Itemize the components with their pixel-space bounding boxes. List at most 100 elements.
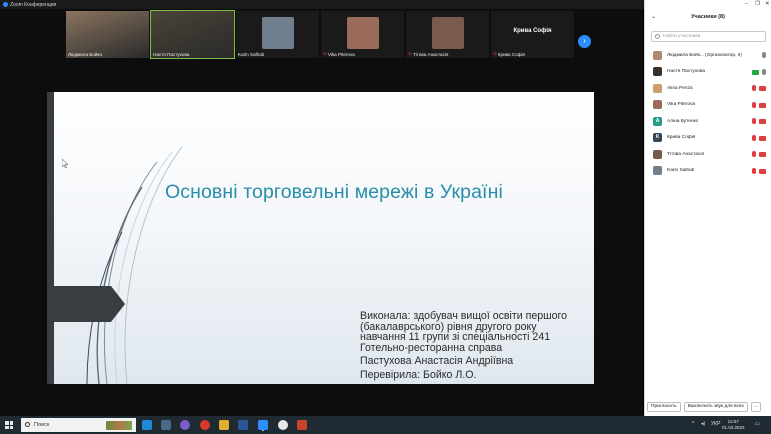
edge-browser-icon[interactable] <box>142 420 152 430</box>
avatar <box>653 166 662 176</box>
slide-title: Основні торговельні мережі в Україні <box>165 181 503 203</box>
speaker-icon[interactable]: ◂) <box>701 421 705 427</box>
mic-muted-icon <box>752 85 756 91</box>
thumbnail-name-label: Karin Salhab <box>238 52 264 57</box>
camera-off-icon <box>759 86 766 91</box>
maximize-button[interactable]: ❐ <box>755 1 760 7</box>
zoom-app-icon[interactable] <box>258 420 268 430</box>
mute-all-button[interactable]: Выключить звук для всех <box>683 402 748 412</box>
slide-body-line: Готельно-ресторанна справа <box>360 341 503 354</box>
video-thumbnail[interactable]: Настя Пастухова <box>150 10 235 59</box>
profile-photo <box>261 17 294 49</box>
minimize-button[interactable]: – <box>745 1 748 7</box>
mic-muted-icon <box>752 151 756 157</box>
video-thumbnail[interactable]: Крива Софія ⊘ Крива Софія <box>491 11 574 58</box>
invite-button[interactable]: Пригласить <box>647 402 681 412</box>
camera-off-icon <box>759 119 766 124</box>
participant-status-icons <box>752 118 766 124</box>
taskbar-search-placeholder: Поиск <box>34 422 50 428</box>
participant-row[interactable]: Тітова Анастасія <box>645 146 771 163</box>
participant-row[interactable]: К Крива Софія <box>645 130 771 147</box>
search-highlight-image <box>106 421 132 430</box>
slide-body-line: Пастухова Анастасія Андріївна <box>360 355 514 367</box>
mic-muted-icon <box>752 101 756 108</box>
thumbnail-name: Karin Salhab <box>238 52 265 57</box>
camera-off-icon <box>759 152 766 157</box>
mic-muted-icon <box>752 134 756 141</box>
participant-row[interactable]: А Аліна Бутенко <box>645 113 771 130</box>
camera-off-icon <box>759 102 766 108</box>
camera-on-icon <box>752 69 759 75</box>
mail-icon[interactable] <box>161 420 171 430</box>
notifications-icon[interactable]: ▭ <box>755 421 760 427</box>
video-thumbnail[interactable]: ⊘ Тітова Анастасія <box>406 11 489 58</box>
avatar: А <box>653 116 662 126</box>
muted-mic-icon: ⊘ <box>323 51 327 56</box>
taskbar-clock[interactable]: 12:57 01.03.2023 <box>722 419 745 431</box>
more-options-button[interactable]: … <box>750 402 761 412</box>
thumbnail-name: Людмила Бойко <box>68 52 103 57</box>
slide-arrow-shape <box>47 286 125 322</box>
thumbnail-name: Крива Софія <box>497 51 526 57</box>
profile-photo <box>346 17 379 49</box>
profile-photo <box>431 17 464 49</box>
file-explorer-icon[interactable] <box>219 420 229 430</box>
mic-on-icon <box>762 68 766 75</box>
avatar <box>653 149 662 159</box>
participant-row[interactable]: Vika Piterova <box>645 97 771 114</box>
chrome-icon[interactable] <box>278 420 288 430</box>
muted-mic-icon: ⊘ <box>408 51 412 56</box>
thumbnail-name: Vika Piterova <box>327 51 355 57</box>
mouse-cursor-icon <box>62 159 68 168</box>
muted-mic-icon: ⊘ <box>493 51 497 56</box>
participant-row[interactable]: Людмила Бойк... (Организатор, я) <box>645 47 771 64</box>
zoom-screen: Zoom Конференция Людмила Бойко Настя Паст… <box>0 0 771 434</box>
opera-icon[interactable] <box>200 420 210 430</box>
windows-taskbar: Поиск ^ ◂) УКР 12:57 01.03.2023 ▭ <box>0 416 771 434</box>
windows-start-button[interactable] <box>5 421 13 429</box>
slide-body-line: навчання 11 групи зі спеціальності 241 <box>360 331 551 343</box>
camera-off-icon <box>759 135 766 141</box>
participant-status-icons <box>752 101 766 108</box>
language-indicator[interactable]: УКР <box>711 421 720 427</box>
thumbnail-name: Тітова Анастасія <box>412 51 449 57</box>
thumbnail-name-label: ⊘ Vika Piterova <box>323 51 355 57</box>
window-titlebar: Zoom Конференция <box>0 0 644 9</box>
participant-row[interactable]: Alina Penza <box>645 80 771 97</box>
search-icon <box>25 422 30 427</box>
thumbnail-name-label: ⊘ Крива Софія <box>493 51 525 57</box>
clock-date: 01.03.2023 <box>722 425 745 430</box>
participant-search-input[interactable]: Найти участника <box>651 31 766 42</box>
zoom-logo-icon <box>3 2 8 7</box>
video-thumbnail[interactable]: ⊘ Vika Piterova <box>321 11 404 58</box>
participants-panel: – ❐ ✕ ⌄ Учасники (8) Найти участника Люд… <box>644 0 771 416</box>
camera-off-icon <box>759 168 766 174</box>
participant-row[interactable]: Настя Пастухова <box>645 64 771 81</box>
participant-name: Vika Piterova <box>667 102 696 108</box>
participant-name: Тітова Анастасія <box>667 151 705 157</box>
viber-icon[interactable] <box>180 420 190 430</box>
taskbar-search-box[interactable]: Поиск <box>21 418 136 432</box>
participant-status-icons <box>752 151 766 157</box>
participant-name: Крива Софія <box>667 135 696 141</box>
participant-status-icons <box>752 134 766 141</box>
thumbnail-name-label: Людмила Бойко <box>68 52 102 57</box>
search-placeholder: Найти участника <box>663 34 701 39</box>
tray-chevron-icon[interactable]: ^ <box>692 421 694 427</box>
powerpoint-icon[interactable] <box>297 420 307 430</box>
participant-status-icons <box>752 68 766 75</box>
video-thumbnail[interactable]: Людмила Бойко <box>66 11 149 58</box>
avatar <box>653 100 662 110</box>
participant-name: Karin Salhab <box>667 168 695 174</box>
avatar: К <box>653 133 662 143</box>
close-button[interactable]: ✕ <box>765 1 770 7</box>
video-thumbnail[interactable]: Karin Salhab <box>236 11 319 58</box>
participant-name: Настя Пастухова <box>667 69 705 75</box>
shared-slide: Основні торговельні мережі в Україні Вик… <box>47 92 594 384</box>
participant-row[interactable]: Karin Salhab <box>645 163 771 180</box>
slide-body: Виконала: здобувач вищої освіти першого(… <box>360 311 592 380</box>
slide-left-bar <box>47 92 54 384</box>
word-icon[interactable] <box>238 420 248 430</box>
participant-name: Аліна Бутенко <box>667 118 699 124</box>
next-page-button[interactable]: › <box>578 35 591 48</box>
